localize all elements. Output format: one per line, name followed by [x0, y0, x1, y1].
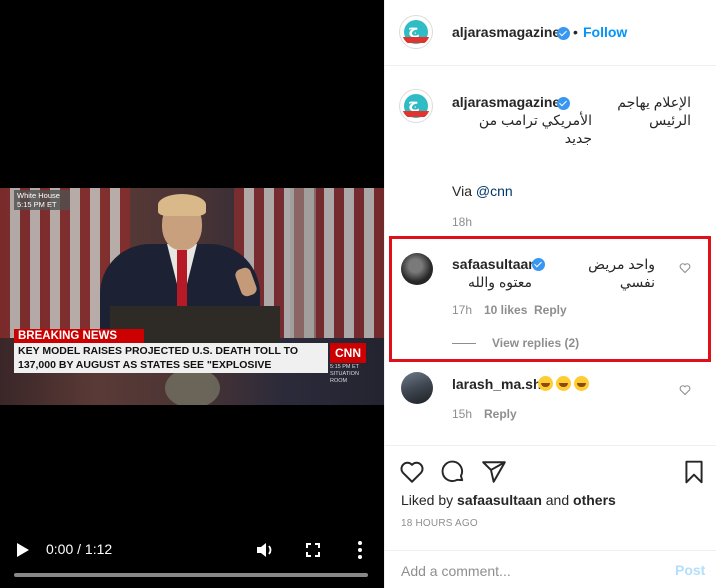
- video-time: 0:00 / 1:12: [46, 541, 113, 557]
- add-comment-bar: Post: [385, 550, 716, 588]
- share-icon[interactable]: [481, 459, 507, 485]
- comment-text-line-1: واحد مريض نفسي: [588, 256, 655, 290]
- laughing-emoji-icon: [556, 376, 571, 391]
- video-player[interactable]: White House 5:15 PM ET BREAKING NEWS KEY…: [0, 0, 384, 588]
- more-icon[interactable]: [349, 539, 371, 561]
- location-tag: White House 5:15 PM ET: [14, 190, 70, 210]
- comment-reply-button[interactable]: Reply: [534, 303, 567, 317]
- view-replies-line: [452, 343, 476, 344]
- post-comment-button[interactable]: Post: [675, 562, 705, 578]
- commenter-avatar[interactable]: [401, 372, 433, 404]
- caption-via: Via @cnn: [452, 183, 513, 199]
- verified-icon: [532, 258, 545, 271]
- pillar: [290, 188, 316, 338]
- view-replies-button[interactable]: View replies (2): [492, 336, 579, 350]
- laughing-emoji-icon: [574, 376, 589, 391]
- video-scrubber[interactable]: [14, 573, 368, 577]
- laughing-emoji-icon: [538, 376, 553, 391]
- post-panel: ج aljarasmagazine • Follow ج aljarasmaga…: [384, 0, 716, 588]
- comment-likes[interactable]: 10 likes: [484, 303, 527, 317]
- verified-icon: [557, 97, 570, 110]
- play-icon[interactable]: [12, 538, 34, 562]
- breaking-news-banner: BREAKING NEWS: [14, 329, 144, 343]
- via-label: Via: [452, 183, 472, 199]
- liked-by: Liked by safaasultaan and others: [401, 492, 616, 508]
- video-frame[interactable]: White House 5:15 PM ET BREAKING NEWS KEY…: [0, 188, 384, 405]
- comment-username[interactable]: larash_ma.sh: [452, 376, 542, 392]
- liked-by-others[interactable]: others: [573, 492, 616, 508]
- comment-username[interactable]: safaasultaan: [452, 256, 537, 272]
- heart-icon[interactable]: [399, 459, 425, 485]
- comment-text-line-2: معتوه والله: [468, 274, 532, 290]
- via-link[interactable]: @cnn: [476, 183, 513, 199]
- add-comment-input[interactable]: [401, 561, 661, 581]
- comment-like-heart-icon[interactable]: [679, 261, 691, 274]
- video-controls: 0:00 / 1:12: [0, 530, 384, 588]
- commenter-avatar[interactable]: [401, 253, 433, 285]
- comment-emojis: [538, 376, 592, 392]
- comment-like-heart-icon[interactable]: [679, 383, 691, 396]
- verified-icon: [557, 27, 570, 40]
- bookmark-icon[interactable]: [681, 459, 707, 485]
- caption-age: 18h: [452, 215, 473, 229]
- caption-author-avatar[interactable]: ج: [400, 90, 432, 122]
- news-headline: KEY MODEL RAISES PROJECTED U.S. DEATH TO…: [14, 343, 328, 373]
- author-username[interactable]: aljarasmagazine: [452, 24, 560, 40]
- network-time: 5:15 PM ET SITUATION ROOM: [330, 364, 360, 384]
- author-avatar[interactable]: ج: [400, 16, 432, 48]
- fullscreen-icon[interactable]: [302, 539, 324, 561]
- presidential-seal: [165, 368, 220, 405]
- comment-reply-button[interactable]: Reply: [484, 407, 517, 421]
- comment-age: 17h: [452, 303, 473, 317]
- post-timestamp: 18 HOURS AGO: [401, 518, 478, 529]
- network-logo: CNN: [330, 343, 366, 363]
- comment-icon[interactable]: [440, 459, 466, 485]
- follow-button[interactable]: Follow: [583, 24, 627, 40]
- comment-age: 15h: [452, 407, 473, 421]
- post-header: ج aljarasmagazine • Follow: [385, 0, 716, 66]
- separator-dot: •: [573, 24, 578, 40]
- caption-line-2: الأمريكي ترامب من جديد: [478, 112, 592, 146]
- volume-icon[interactable]: [254, 539, 276, 561]
- caption-username[interactable]: aljarasmagazine: [452, 94, 560, 110]
- liked-by-user[interactable]: safaasultaan: [457, 492, 542, 508]
